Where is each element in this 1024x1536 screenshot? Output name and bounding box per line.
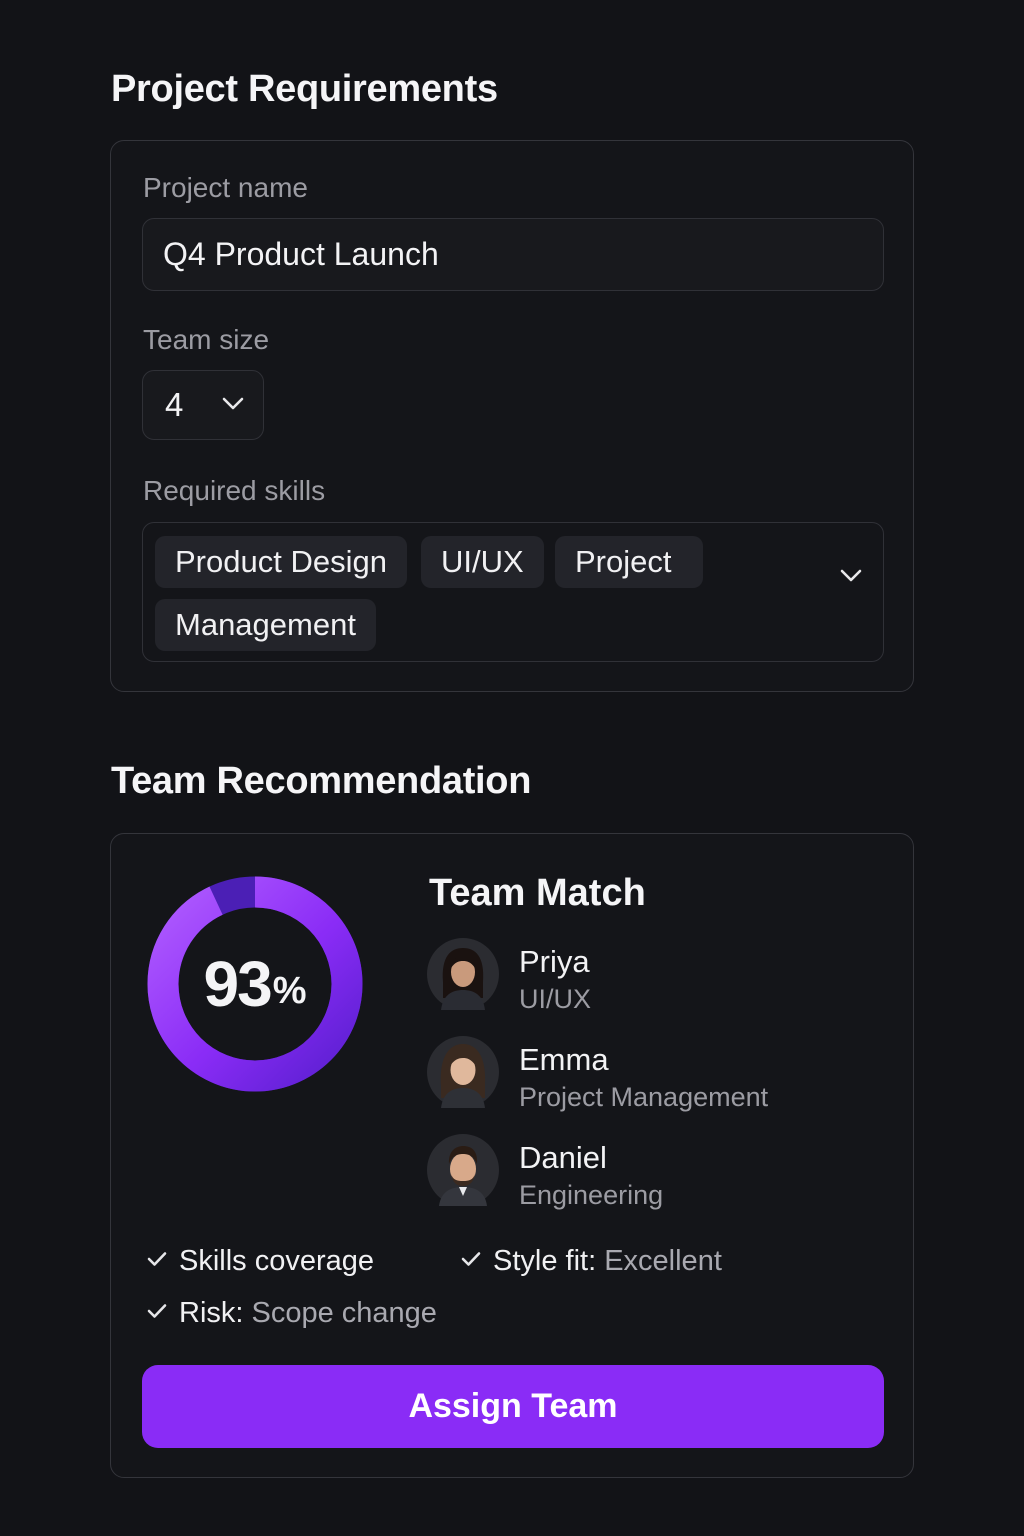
avatar <box>427 938 499 1010</box>
style-fit-item: Style fit: Excellent <box>461 1245 722 1278</box>
risk-value: Scope change <box>251 1297 437 1329</box>
check-icon <box>147 1252 167 1267</box>
member-daniel[interactable]: Daniel Engineering <box>427 1134 847 1214</box>
member-role: Project Management <box>519 1082 769 1112</box>
member-name: Daniel <box>519 1140 607 1175</box>
member-name: Emma <box>519 1042 609 1077</box>
risk-item: Risk: Scope change <box>147 1297 437 1330</box>
style-fit-value: Excellent <box>604 1245 722 1277</box>
skills-multiselect[interactable]: Product Design UI/UX Project Management <box>142 522 884 662</box>
requirements-card: Project name Team size 4 Required skills… <box>110 140 914 692</box>
match-percent-label: 93% <box>147 876 363 1092</box>
skills-coverage-label: Skills coverage <box>179 1245 375 1277</box>
member-name: Priya <box>519 944 590 979</box>
recommendation-title: Team Recommendation <box>111 760 532 802</box>
team-size-label: Team size <box>143 324 270 355</box>
project-name-input[interactable] <box>142 218 884 291</box>
skill-chip[interactable]: Management <box>155 599 376 651</box>
chevron-down-icon <box>222 397 244 410</box>
style-fit-label: Style fit: <box>493 1245 605 1277</box>
member-emma[interactable]: Emma Project Management <box>427 1036 847 1116</box>
match-percent-unit: % <box>272 969 307 1012</box>
chevron-down-icon[interactable] <box>840 569 862 583</box>
assign-team-button[interactable]: Assign Team <box>142 1365 884 1448</box>
skills-coverage-item: Skills coverage <box>147 1245 374 1278</box>
team-size-value: 4 <box>165 386 184 423</box>
team-match-title: Team Match <box>429 872 646 914</box>
check-icon <box>461 1252 481 1267</box>
member-role: UI/UX <box>519 984 592 1014</box>
team-size-select[interactable]: 4 <box>142 370 264 440</box>
recommendation-card: 93% Team Match Priya UI/UX Emma Project … <box>110 833 914 1478</box>
required-skills-label: Required skills <box>143 475 326 506</box>
avatar <box>427 1036 499 1108</box>
check-icon <box>147 1304 167 1319</box>
risk-label: Risk: <box>179 1297 252 1329</box>
avatar <box>427 1134 499 1206</box>
match-percent-number: 93 <box>203 948 273 1020</box>
project-name-label: Project name <box>143 172 308 203</box>
skill-chip[interactable]: UI/UX <box>421 536 544 588</box>
member-priya[interactable]: Priya UI/UX <box>427 938 847 1018</box>
skill-chip[interactable]: Project <box>555 536 703 588</box>
requirements-title: Project Requirements <box>111 68 498 110</box>
skill-chip[interactable]: Product Design <box>155 536 407 588</box>
member-role: Engineering <box>519 1180 664 1210</box>
